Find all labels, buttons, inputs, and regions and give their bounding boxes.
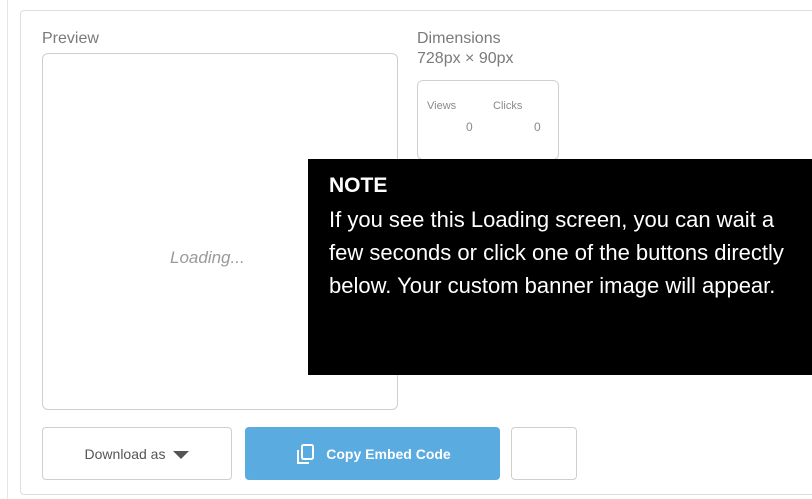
dimensions-label: Dimensions (417, 30, 501, 47)
loading-text: Loading... (170, 248, 245, 267)
dimensions-value: 728px × 90px (417, 50, 514, 67)
note-overlay: NOTE If you see this Loading screen, you… (308, 159, 812, 375)
views-label: Views (427, 100, 457, 112)
copy-embed-code-label: Copy Embed Code (326, 445, 451, 462)
extra-button[interactable] (511, 427, 577, 480)
note-body: If you see this Loading screen, you can … (329, 207, 784, 298)
chevron-down-icon (173, 450, 190, 459)
download-as-button[interactable]: Download as (42, 427, 232, 480)
left-panel-edge (0, 0, 8, 499)
download-as-label: Download as (84, 445, 166, 462)
clicks-value: 0 (534, 120, 541, 134)
preview-label: Preview (42, 30, 99, 47)
copy-embed-code-button[interactable]: Copy Embed Code (245, 427, 500, 480)
note-title: NOTE (329, 174, 388, 197)
clicks-label: Clicks (493, 100, 523, 112)
views-value: 0 (466, 120, 473, 134)
copy-icon (297, 443, 315, 464)
